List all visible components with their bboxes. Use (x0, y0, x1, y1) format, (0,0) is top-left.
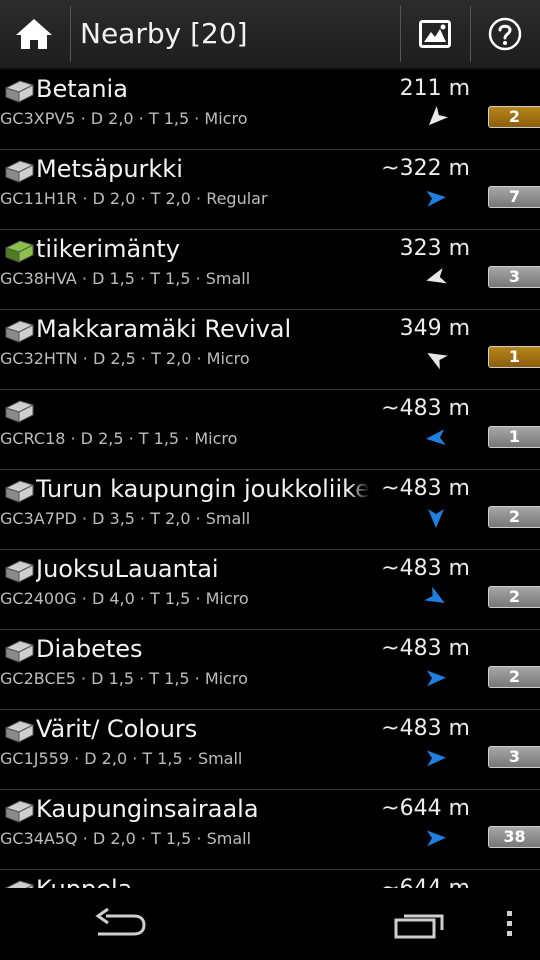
list-item[interactable]: Diabetes GC2BCE5 · D 1,5 · T 1,5 · Micro ~… (0, 630, 540, 710)
list-item[interactable]: Betania GC3XPV5 · D 2,0 · T 1,5 · Micro 21… (0, 70, 540, 150)
found-count-badge: 1 (488, 426, 540, 448)
cache-distance: ~483 m (381, 476, 470, 501)
page-title: Nearby [20] (80, 17, 248, 50)
help-icon (488, 17, 522, 51)
cache-name: JuoksuLauantai (36, 552, 370, 586)
cache-distance: 323 m (399, 236, 470, 261)
recent-apps-icon (394, 914, 444, 939)
back-icon (95, 908, 146, 936)
found-count-badge: 7 (488, 186, 540, 208)
multi-cache-icon (3, 558, 35, 584)
multi-cache-icon (3, 78, 35, 104)
found-count-badge: 1 (488, 346, 540, 368)
list-item[interactable]: Värit/ Colours GC1J559 · D 2,0 · T 1,5 · … (0, 710, 540, 790)
cache-details: GC34A5Q · D 2,0 · T 1,5 · Small (0, 829, 252, 848)
direction-arrow-icon (424, 666, 448, 690)
found-count-badge: 2 (488, 586, 540, 608)
found-count-badge: 38 (488, 826, 540, 848)
recent-apps-button[interactable] (380, 888, 460, 960)
multi-cache-icon (3, 318, 35, 344)
cache-details: GC38HVA · D 1,5 · T 1,5 · Small (0, 269, 251, 288)
action-bar: Nearby [20] (0, 0, 540, 70)
help-button[interactable] (471, 0, 539, 68)
cache-name: Makkaramäki Revival (36, 312, 370, 346)
cache-name: Metsäpurkki (36, 152, 370, 186)
cache-details: GCRC18 · D 2,5 · T 1,5 · Micro (0, 429, 238, 448)
earth-cache-icon (3, 238, 35, 264)
cache-details: GC11H1R · D 2,0 · T 2,0 · Regular (0, 189, 268, 208)
cache-distance: ~483 m (381, 716, 470, 741)
action-bar-separator (70, 6, 71, 62)
cache-details: GC3XPV5 · D 2,0 · T 1,5 · Micro (0, 109, 248, 128)
list-item[interactable]: JuoksuLauantai GC2400G · D 4,0 · T 1,5 · … (0, 550, 540, 630)
found-count-badge: 2 (488, 506, 540, 528)
list-item[interactable]: GCRC18 · D 2,5 · T 1,5 · Micro ~483 m 1 (0, 390, 540, 470)
navigation-bar (0, 888, 540, 960)
cache-distance: ~322 m (381, 156, 470, 181)
cache-name: Värit/ Colours (36, 712, 370, 746)
multi-cache-icon (3, 638, 35, 664)
cache-name: Diabetes (36, 632, 370, 666)
list-item[interactable]: tiikerimänty GC38HVA · D 1,5 · T 1,5 · Sm… (0, 230, 540, 310)
list-item[interactable]: Kaupunginsairaala GC34A5Q · D 2,0 · T 1,5… (0, 790, 540, 870)
found-count-badge: 2 (488, 106, 540, 128)
cache-distance: ~644 m (381, 874, 470, 888)
found-count-badge: 3 (488, 746, 540, 768)
list-item[interactable]: Kuppela ~644 m (0, 870, 540, 888)
cache-details: GC2400G · D 4,0 · T 1,5 · Micro (0, 589, 249, 608)
cache-distance: ~483 m (381, 636, 470, 661)
cache-distance: 211 m (399, 76, 470, 101)
direction-arrow-icon (424, 266, 448, 290)
direction-arrow-icon (424, 826, 448, 850)
cache-name: Betania (36, 72, 370, 106)
cache-name: Kaupunginsairaala (36, 792, 370, 826)
found-count-badge: 3 (488, 266, 540, 288)
direction-arrow-icon (424, 186, 448, 210)
map-button[interactable] (401, 0, 469, 68)
cache-name: tiikerimänty (36, 232, 370, 266)
back-button[interactable] (80, 888, 160, 960)
multi-cache-icon (3, 878, 35, 888)
found-count-badge: 2 (488, 666, 540, 688)
direction-arrow-icon (424, 105, 449, 130)
direction-arrow-icon (424, 426, 448, 450)
multi-cache-icon (3, 718, 35, 744)
overflow-menu-icon (507, 911, 512, 936)
cache-details: GC1J559 · D 2,0 · T 1,5 · Small (0, 749, 243, 768)
list-item[interactable]: Metsäpurkki GC11H1R · D 2,0 · T 2,0 · Reg… (0, 150, 540, 230)
map-icon (419, 20, 451, 48)
direction-arrow-icon (424, 586, 448, 610)
cache-details: GC32HTN · D 2,5 · T 2,0 · Micro (0, 349, 250, 368)
direction-arrow-icon (424, 506, 448, 530)
overflow-menu-button[interactable] (490, 888, 530, 960)
cache-distance: ~483 m (381, 556, 470, 581)
home-button[interactable] (0, 0, 68, 68)
cache-details: GC2BCE5 · D 1,5 · T 1,5 · Micro (0, 669, 248, 688)
multi-cache-icon (3, 478, 35, 504)
cache-name: Turun kaupungin joukkoliikenne (36, 472, 370, 506)
multi-cache-icon (3, 158, 35, 184)
cache-name: Kuppela (36, 872, 370, 888)
cache-distance: ~644 m (381, 796, 470, 821)
cache-distance: 349 m (399, 316, 470, 341)
home-icon (16, 19, 52, 49)
multi-cache-icon (3, 398, 35, 424)
cache-details: GC3A7PD · D 3,5 · T 2,0 · Small (0, 509, 251, 528)
cache-distance: ~483 m (381, 396, 470, 421)
list-item[interactable]: Makkaramäki Revival GC32HTN · D 2,5 · T 2… (0, 310, 540, 390)
list-item[interactable]: Turun kaupungin joukkoliikenne GC3A7PD · … (0, 470, 540, 550)
cache-list[interactable]: Betania GC3XPV5 · D 2,0 · T 1,5 · Micro 21… (0, 70, 540, 888)
multi-cache-icon (3, 798, 35, 824)
direction-arrow-icon (424, 746, 448, 770)
direction-arrow-icon (424, 346, 448, 370)
